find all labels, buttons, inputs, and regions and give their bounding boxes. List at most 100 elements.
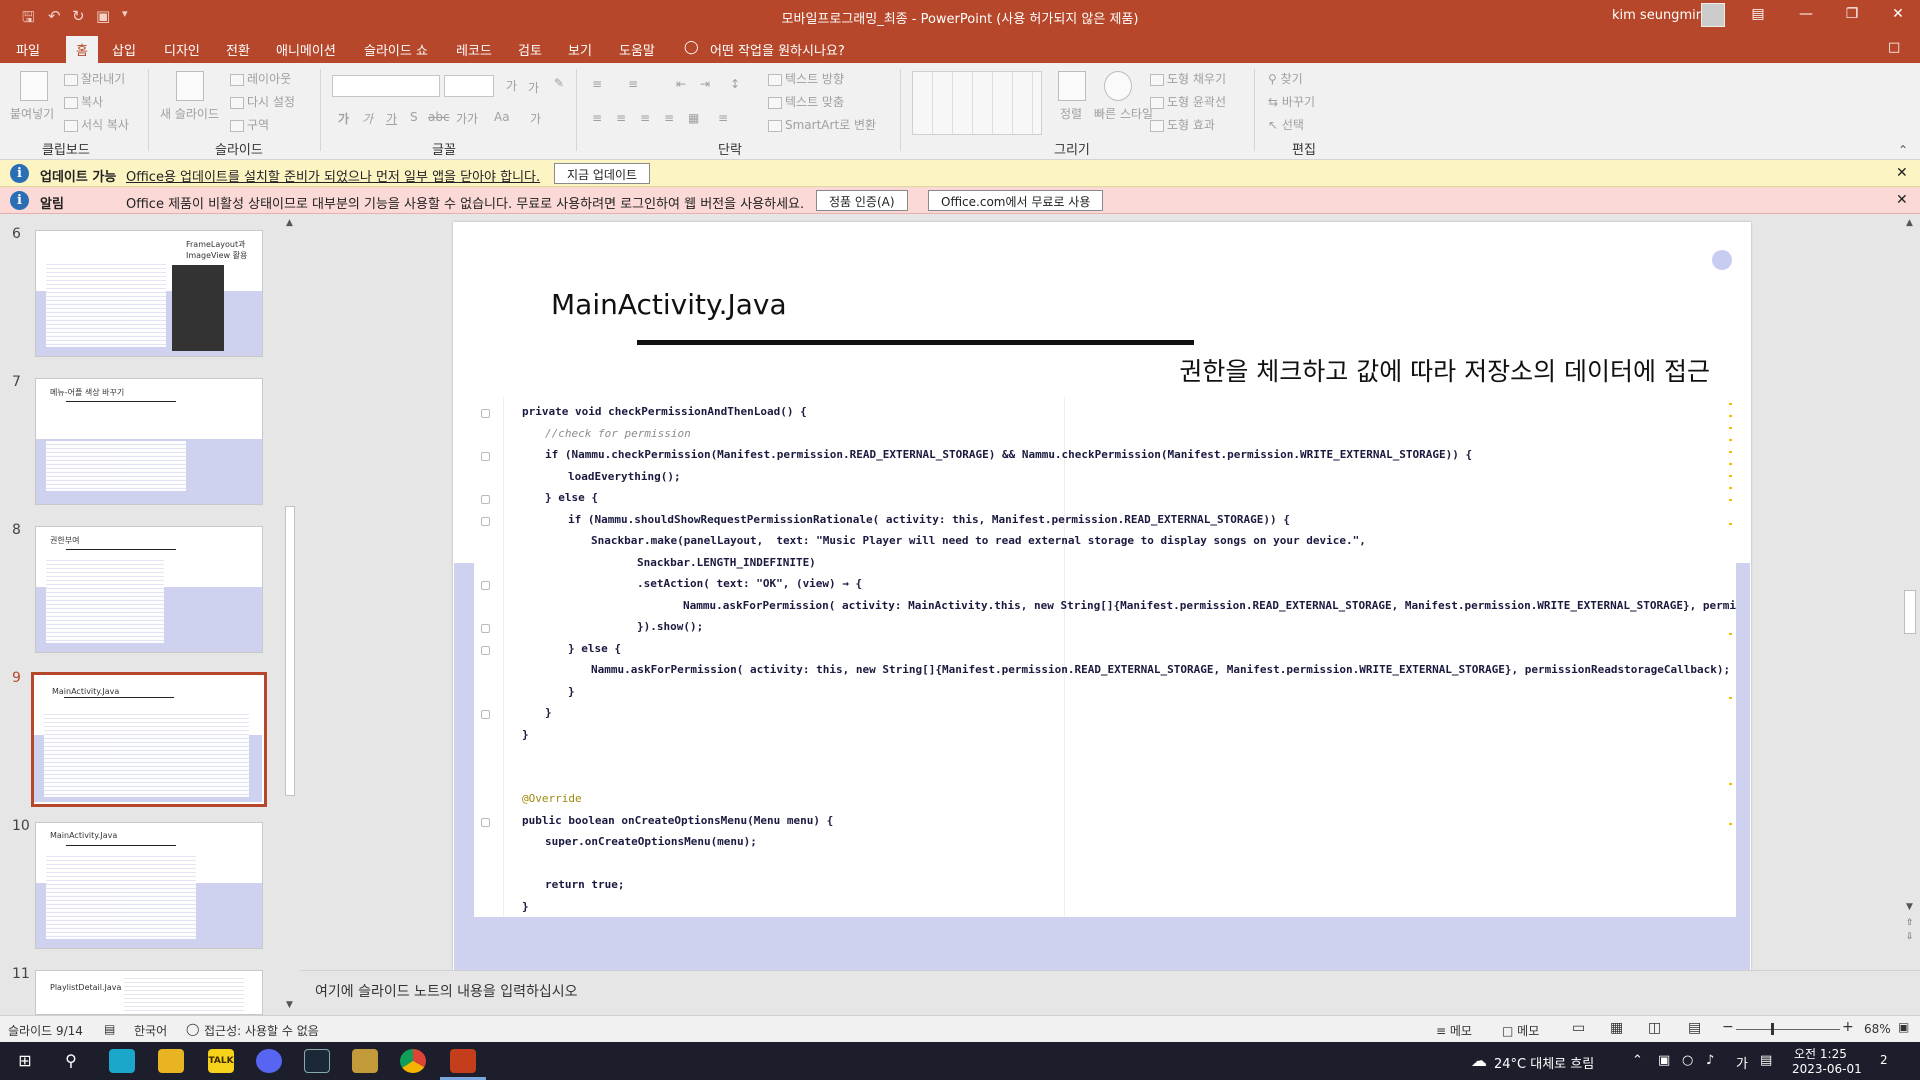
cut-button[interactable]: 잘라내기 [64, 70, 125, 87]
keyboard-icon[interactable]: ▤ [1760, 1053, 1772, 1068]
start-icon[interactable]: ⊞ [12, 1049, 38, 1073]
slideshow-icon[interactable]: ▤ [1688, 1020, 1701, 1036]
change-case-button[interactable]: Aa [494, 110, 510, 124]
scroll-down-icon[interactable]: ▼ [286, 1000, 293, 1010]
reading-view-icon[interactable]: ◫ [1648, 1020, 1661, 1036]
accessibility-status[interactable]: 접근성: 사용할 수 없음 [204, 1022, 319, 1039]
paste-icon[interactable] [20, 71, 48, 101]
text-direction-button[interactable]: 텍스트 방향 [768, 70, 844, 87]
update-bar-message[interactable]: Office용 업데이트를 설치할 준비가 되었으나 먼저 일부 앱을 닫아야 … [126, 166, 540, 185]
slide-counter[interactable]: 슬라이드 9/14 [8, 1022, 83, 1039]
decrease-indent-icon[interactable]: ⇤ [676, 77, 686, 91]
shadow-button[interactable]: S [410, 110, 418, 124]
slide-subtitle[interactable]: 권한을 체크하고 값에 따라 저장소의 데이터에 접근 [453, 352, 1710, 388]
collapse-ribbon-icon[interactable]: ⌃ [1898, 143, 1908, 157]
discord-icon[interactable] [256, 1049, 282, 1073]
numbering-icon[interactable]: ≡ [628, 77, 638, 91]
justify-icon[interactable]: ≡ [664, 111, 674, 125]
new-slide-icon[interactable] [176, 71, 204, 101]
notes-toggle[interactable]: ≡ 메모 [1436, 1022, 1472, 1039]
chevron-up-icon[interactable]: ⌃ [1632, 1053, 1643, 1068]
tray-icon[interactable]: ▣ [1658, 1053, 1670, 1068]
chrome-icon[interactable] [400, 1049, 426, 1073]
previous-slide-icon[interactable]: ⇧ [1906, 918, 1914, 928]
bold-button[interactable]: 가 [338, 110, 349, 127]
thumbnail-scrollbar[interactable]: ▲ ▼ [284, 218, 296, 1012]
restore-icon[interactable]: ❐ [1842, 6, 1862, 22]
bullets-icon[interactable]: ≡ [592, 77, 602, 91]
tab-view[interactable]: 보기 [568, 40, 592, 59]
ime-indicator[interactable]: 가 [1736, 1053, 1748, 1072]
char-spacing-button[interactable]: 가가 [456, 110, 478, 127]
tab-slideshow[interactable]: 슬라이드 쇼 [364, 40, 428, 59]
font-size-combo[interactable] [444, 75, 494, 97]
new-slide-button[interactable]: 새 슬라이드 [160, 105, 219, 122]
paste-button[interactable]: 붙여넣기 [10, 105, 54, 122]
code-screenshot[interactable]: private void checkPermissionAndThenLoad(… [474, 397, 1736, 917]
weather-cloud-icon[interactable]: ☁ [1466, 1049, 1492, 1073]
scroll-up-icon[interactable]: ▲ [1906, 218, 1913, 228]
slide-sorter-icon[interactable]: ▦ [1610, 1020, 1623, 1036]
clock-time[interactable]: 오전 1:25 [1794, 1045, 1847, 1062]
zoom-slider[interactable] [1736, 1023, 1840, 1035]
steam-icon[interactable] [304, 1049, 330, 1073]
powerpoint-icon[interactable] [450, 1049, 476, 1073]
volume-icon[interactable]: ♪ [1706, 1053, 1714, 1068]
close-icon[interactable]: ✕ [1896, 192, 1908, 208]
spell-check-icon[interactable]: ▤ [104, 1022, 115, 1036]
avatar[interactable] [1701, 3, 1725, 27]
notification-count[interactable]: 2 [1880, 1053, 1888, 1067]
ribbon-display-icon[interactable]: ▤ [1748, 6, 1768, 22]
quick-styles-button[interactable]: 빠른 스타일 [1094, 105, 1153, 122]
slide-thumbnail[interactable]: MainActivity.Java [35, 822, 263, 949]
arrange-icon[interactable] [1058, 71, 1086, 101]
tab-design[interactable]: 디자인 [164, 40, 200, 59]
quick-styles-icon[interactable] [1104, 71, 1132, 101]
notes-placeholder[interactable]: 여기에 슬라이드 노트의 내용을 입력하십시오 [315, 981, 578, 1001]
search-icon[interactable]: ⚲ [58, 1049, 84, 1073]
tab-home[interactable]: 홈 [66, 36, 98, 63]
notes-pane[interactable]: 여기에 슬라이드 노트의 내용을 입력하십시오 [300, 970, 1920, 1015]
comments-icon[interactable]: □ [1888, 40, 1900, 55]
slide-canvas[interactable]: MainActivity.Java 권한을 체크하고 값에 따라 저장소의 데이… [453, 222, 1751, 970]
minimize-icon[interactable]: — [1796, 6, 1816, 22]
arrange-button[interactable]: 정렬 [1060, 105, 1082, 122]
tab-file[interactable]: 파일 [16, 40, 40, 59]
normal-view-icon[interactable]: ▭ [1572, 1020, 1585, 1036]
align-center-icon[interactable]: ≡ [616, 111, 626, 125]
tab-animations[interactable]: 애니메이션 [276, 40, 336, 59]
reset-button[interactable]: 다시 설정 [230, 93, 295, 110]
increase-indent-icon[interactable]: ⇥ [700, 77, 710, 91]
columns-icon[interactable]: ▦ [688, 111, 699, 125]
format-painter-button[interactable]: 서식 복사 [64, 116, 129, 133]
font-color-button[interactable]: 가 [530, 110, 541, 127]
language-indicator[interactable]: 한국어 [134, 1022, 167, 1039]
shapes-gallery[interactable] [912, 71, 1042, 135]
use-free-button[interactable]: Office.com에서 무료로 사용 [928, 190, 1104, 211]
league-icon[interactable] [352, 1049, 378, 1073]
user-name[interactable]: kim seungmin [1612, 8, 1704, 23]
slide-thumbnail[interactable]: FrameLayout과 ImageView 활용 [35, 230, 263, 357]
weather-text[interactable]: 24°C 대체로 흐림 [1494, 1053, 1594, 1072]
slide-scrollbar[interactable]: ▲ ▼ ⇧ ⇩ [1903, 218, 1917, 948]
scroll-down-icon[interactable]: ▼ [1906, 902, 1913, 912]
align-right-icon[interactable]: ≡ [640, 111, 650, 125]
slide-thumbnail[interactable]: 메뉴-어플 색상 바꾸기 [35, 378, 263, 505]
shape-outline-button[interactable]: 도형 윤곽선 [1150, 93, 1226, 110]
scrollbar-thumb[interactable] [285, 506, 295, 796]
tab-insert[interactable]: 삽입 [112, 40, 136, 59]
fit-to-window-icon[interactable]: ▣ [1898, 1020, 1909, 1034]
explorer-icon[interactable] [158, 1049, 184, 1073]
shape-effects-button[interactable]: 도형 효과 [1150, 116, 1215, 133]
scroll-up-icon[interactable]: ▲ [286, 218, 293, 228]
clear-format-icon[interactable]: ✎ [554, 76, 564, 90]
italic-button[interactable]: 가 [362, 110, 373, 127]
shape-fill-button[interactable]: 도형 채우기 [1150, 70, 1226, 87]
section-button[interactable]: 구역 [230, 116, 269, 133]
select-button[interactable]: ↖ 선택 [1268, 116, 1304, 133]
kakaotalk-icon[interactable]: TALK [208, 1049, 234, 1073]
slide-thumbnail[interactable]: 권한부여 [35, 526, 263, 653]
slide-title[interactable]: MainActivity.Java [551, 288, 787, 321]
copy-button[interactable]: 복사 [64, 93, 103, 110]
font-shrink-icon[interactable]: 가 [528, 79, 539, 96]
